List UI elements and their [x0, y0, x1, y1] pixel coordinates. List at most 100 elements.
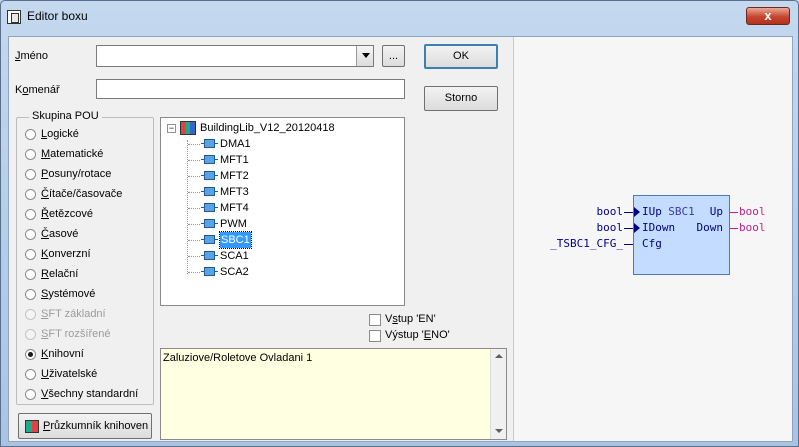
pou-radio-text: osuny/rotace [48, 168, 112, 180]
dialog-client-area: Jméno ... OK Komenář Storno Skupina POU … [8, 36, 793, 442]
pou-radio[interactable] [25, 189, 36, 200]
tree-item[interactable]: PWM [220, 216, 247, 232]
dialog-window: Editor boxu x Jméno ... OK Komenář Storn… [0, 0, 799, 447]
output-type: bool [739, 221, 766, 234]
pou-radio-text: nihovní [48, 348, 84, 360]
eno-label-first: Výstup ' [385, 329, 424, 341]
pou-radio[interactable] [25, 129, 36, 140]
tree-item[interactable]: SCA2 [220, 264, 249, 280]
pou-radio-mnemonic: R [41, 268, 49, 280]
input-pin-name: IDown [642, 221, 676, 234]
pou-radio [25, 309, 36, 320]
tree-item[interactable]: MFT2 [220, 168, 249, 184]
tree-branch-line [188, 176, 200, 177]
pou-radio[interactable] [25, 289, 36, 300]
pou-radio-text: FT rozšířené [48, 328, 111, 340]
output-pin-line [730, 228, 738, 229]
tree-root[interactable]: BuildingLib_V12_20120418 [200, 120, 335, 136]
pou-radio[interactable] [25, 349, 36, 360]
input-pin-line [624, 228, 633, 229]
eno-checkbox-label: Výstup 'ENO' [385, 329, 450, 341]
tree-branch-line [188, 224, 200, 225]
pou-radio-mnemonic: Ř [41, 208, 49, 220]
pou-radio-mnemonic: Č [41, 188, 49, 200]
tree-item[interactable]: MFT1 [220, 152, 249, 168]
edge-marker-icon [634, 223, 640, 233]
pou-radio-text: FT základní [48, 308, 106, 320]
tree-branch-line [188, 160, 200, 161]
comment-input[interactable] [96, 79, 405, 99]
pou-radio-label: Matematické [41, 148, 103, 160]
tree-item[interactable]: MFT3 [220, 184, 249, 200]
function-block-icon [201, 171, 218, 180]
function-block-icon [201, 219, 218, 228]
ok-button[interactable]: OK [424, 44, 498, 69]
block-preview-pane: SBC1 bool IUp bool IDown _TSBC1_CFG_ Cfg Up boo… [513, 37, 792, 441]
pou-radio-text: elační [48, 268, 79, 280]
pou-radio-mnemonic: U [41, 368, 49, 380]
function-block-icon [201, 251, 218, 260]
pou-radio[interactable] [25, 149, 36, 160]
tree-item[interactable]: MFT4 [220, 200, 249, 216]
input-type: bool [596, 221, 624, 234]
pou-radio-text: ogické [47, 128, 79, 140]
library-tree[interactable]: − BuildingLib_V12_20120418 DMA1 MFT1 MFT2 M… [160, 117, 405, 306]
description-text: Zaluziove/Roletove Ovladani 1 [163, 352, 313, 364]
input-pin-name: Cfg [642, 237, 662, 250]
pou-radio[interactable] [25, 269, 36, 280]
pou-radio-text: onverzní [48, 248, 91, 260]
pou-radio-label: Relační [41, 268, 78, 280]
function-block-icon [201, 267, 218, 276]
en-checkbox-label: Vstup 'EN' [385, 313, 436, 325]
pou-radio-label: Posuny/rotace [41, 168, 111, 180]
library-explorer-label: Průzkumník knihoven [43, 420, 148, 432]
pou-radio-text: šechny standardní [48, 388, 139, 400]
pou-radio-label: Všechny standardní [41, 388, 138, 400]
pou-radio[interactable] [25, 249, 36, 260]
name-combobox[interactable] [96, 45, 374, 67]
pou-radio[interactable] [25, 389, 36, 400]
browse-button[interactable]: ... [382, 45, 405, 67]
pou-radio[interactable] [25, 209, 36, 220]
pou-radio[interactable] [25, 169, 36, 180]
input-type: bool [596, 205, 624, 218]
tree-item[interactable]: DMA1 [220, 136, 251, 152]
description-scrollbar[interactable] [490, 349, 506, 439]
close-button[interactable]: x [746, 7, 790, 25]
pou-radio-text: atematické [50, 148, 104, 160]
pou-radio-mnemonic: M [41, 148, 51, 160]
window-icon [7, 10, 21, 24]
tree-branch-line [188, 192, 200, 193]
pou-radio [25, 329, 36, 340]
en-checkbox[interactable] [369, 314, 381, 326]
input-type: _TSBC1_CFG_ [550, 237, 623, 250]
tree-branch-line [188, 240, 200, 241]
edge-marker-icon [634, 207, 640, 217]
eno-checkbox[interactable] [369, 330, 381, 342]
name-label-rest: méno [20, 50, 49, 62]
pou-radio[interactable] [25, 229, 36, 240]
scroll-up-icon[interactable] [491, 349, 506, 364]
pou-radio-label: SFT rozšířené [41, 328, 111, 340]
chevron-down-icon[interactable] [356, 46, 373, 66]
collapse-icon[interactable]: − [167, 124, 176, 133]
function-block-icon [201, 235, 218, 244]
scroll-down-icon[interactable] [491, 424, 506, 439]
pou-group-title: Skupina POU [29, 110, 102, 122]
tree-item[interactable]: SBC1 [219, 231, 252, 249]
en-label-rest: tup 'EN' [397, 313, 436, 325]
pou-radio-text: ystémové [48, 288, 96, 300]
output-pin-line [730, 212, 738, 213]
input-pin-line [624, 244, 633, 245]
tree-item[interactable]: SCA1 [220, 248, 249, 264]
cancel-button[interactable]: Storno [424, 86, 498, 111]
pou-group: Skupina POU Logické Matematické Posuny/rot… [16, 110, 154, 405]
function-block-icon [201, 139, 218, 148]
comment-label: Komenář [15, 84, 60, 96]
library-explorer-button[interactable]: Průzkumník knihoven [18, 413, 152, 439]
function-block-icon [201, 187, 218, 196]
input-pin-name: IUp [642, 205, 662, 218]
pou-radio[interactable] [25, 369, 36, 380]
tree-branch-line [188, 256, 200, 257]
description-area[interactable]: Zaluziove/Roletove Ovladani 1 [160, 348, 507, 440]
